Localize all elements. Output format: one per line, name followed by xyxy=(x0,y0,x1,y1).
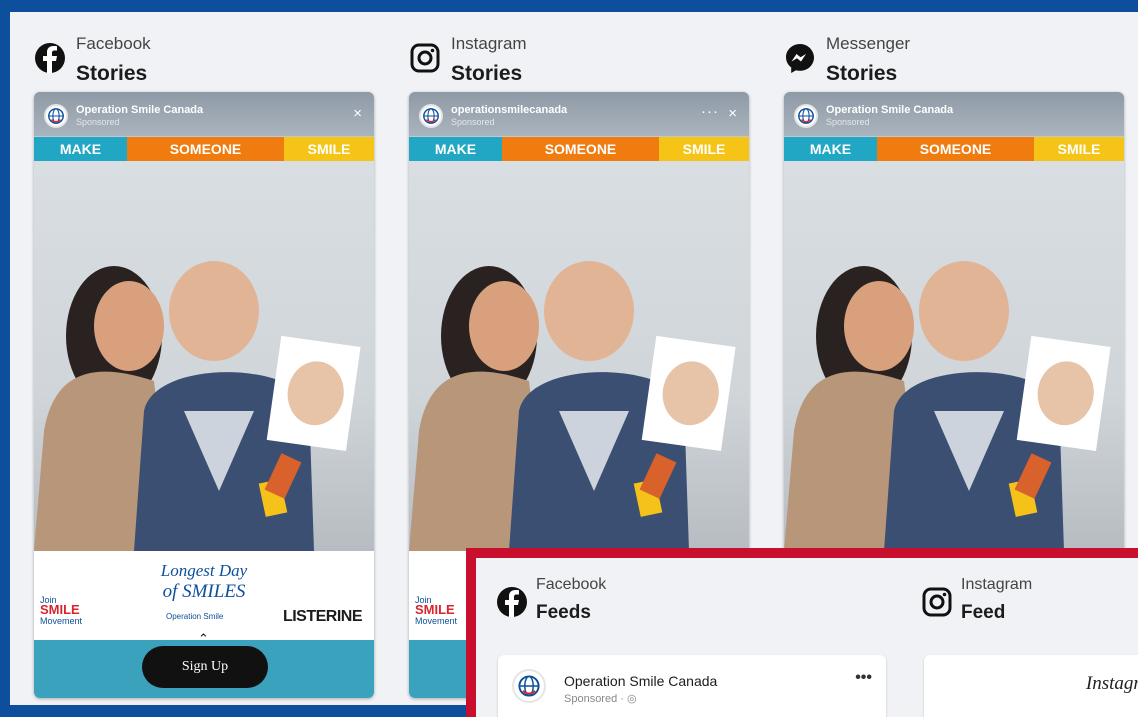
facebook-feed-post[interactable]: Operation Smile Canada Sponsored · ◎ ••• xyxy=(498,655,886,717)
banner-someone: SOMEONE xyxy=(127,137,284,161)
sponsored-text: Sponsored · xyxy=(564,693,627,705)
banner-smile: SMILE xyxy=(1034,137,1124,161)
banner-make: MAKE xyxy=(409,137,502,161)
banner-smile: SMILE xyxy=(284,137,374,161)
more-options-icon[interactable]: ••• xyxy=(855,669,872,687)
globe-logo-icon xyxy=(48,108,64,124)
platform-name: Facebook xyxy=(536,576,607,593)
platform-header: Messenger Stories xyxy=(784,12,1129,92)
globe-logo-icon xyxy=(423,108,439,124)
format-name: Feed xyxy=(961,602,1006,623)
sponsored-label: Sponsored · ◎ xyxy=(564,692,637,705)
instagram-icon xyxy=(922,587,952,617)
join-line-2: SMILE xyxy=(40,602,80,617)
listerine-logo: LISTERINE xyxy=(282,608,363,625)
story-preview[interactable]: Operation Smile Canada Sponsored × MAKE … xyxy=(34,92,374,698)
format-name: Stories xyxy=(826,62,898,85)
story-photo xyxy=(409,161,749,551)
platform-name: Instagram xyxy=(451,34,527,53)
instagram-feed-header: Instagram Feed xyxy=(921,558,1121,648)
banner-make: MAKE xyxy=(784,137,877,161)
facebook-icon xyxy=(35,43,65,73)
facebook-icon xyxy=(497,587,527,617)
platform-name: Messenger xyxy=(826,34,911,53)
avatar xyxy=(794,104,818,128)
instagram-feed-post[interactable]: Instagram xyxy=(924,655,1138,717)
operation-smile-logo: Operation Smile xyxy=(166,612,224,621)
banner-someone: SOMEONE xyxy=(502,137,659,161)
platform-name: Instagram xyxy=(961,576,1033,593)
avatar xyxy=(44,104,68,128)
campaign-banner: MAKE SOMEONE SMILE xyxy=(34,137,374,161)
format-name: Feeds xyxy=(536,602,591,623)
story-photo xyxy=(784,161,1124,551)
platform-header: Instagram Stories xyxy=(409,12,754,92)
account-name: Operation Smile Canada xyxy=(826,104,954,116)
format-name: Stories xyxy=(451,62,523,85)
more-options-icon[interactable]: ··· xyxy=(701,103,719,120)
messenger-icon xyxy=(786,44,814,73)
join-smile-movement-logo: Join SMILE Movement xyxy=(415,595,457,626)
globe-logo-icon xyxy=(518,675,540,697)
sponsored-label: Sponsored xyxy=(76,117,120,127)
campaign-banner: MAKE SOMEONE SMILE xyxy=(784,137,1124,161)
join-line-2: SMILE xyxy=(415,602,455,617)
platform-name: Facebook xyxy=(76,34,151,53)
instagram-icon xyxy=(410,43,440,73)
sponsored-label: Sponsored xyxy=(826,117,870,127)
sponsored-label: Sponsored xyxy=(451,117,495,127)
join-line-3: Movement xyxy=(415,616,458,626)
campaign-banner: MAKE SOMEONE SMILE xyxy=(409,137,749,161)
banner-smile: SMILE xyxy=(659,137,749,161)
account-name: Operation Smile Canada xyxy=(76,104,204,116)
mother-child-photo-illustration xyxy=(784,261,1111,551)
banner-someone: SOMEONE xyxy=(877,137,1034,161)
globe-logo-icon xyxy=(798,108,814,124)
globe-icon: ◎ xyxy=(626,693,637,705)
close-icon[interactable]: × xyxy=(728,105,737,122)
feeds-frame: Facebook Feeds Instagram Feed Operation … xyxy=(466,548,1138,717)
facebook-feeds-header: Facebook Feeds xyxy=(496,558,896,648)
banner-make: MAKE xyxy=(34,137,127,161)
join-line-3: Movement xyxy=(40,616,83,626)
avatar xyxy=(419,104,443,128)
story-photo xyxy=(34,161,374,551)
feeds-panel: Facebook Feeds Instagram Feed Operation … xyxy=(476,558,1138,717)
close-icon[interactable]: × xyxy=(353,105,362,122)
platform-header: Facebook Stories xyxy=(34,12,379,92)
mother-child-photo-illustration xyxy=(409,261,736,551)
format-name: Stories xyxy=(76,62,148,85)
story-footer: Longest Day of SMILES Join SMILE Movemen… xyxy=(34,551,374,698)
longest-day-logo: Longest Day of SMILES xyxy=(134,561,274,603)
logo-line-2: of SMILES xyxy=(162,581,246,602)
avatar xyxy=(512,669,546,703)
join-smile-movement-logo: Join SMILE Movement xyxy=(40,595,82,626)
account-name[interactable]: Operation Smile Canada xyxy=(564,673,717,689)
account-name: operationsmilecanada xyxy=(451,104,568,116)
mother-child-photo-illustration xyxy=(34,261,361,551)
instagram-wordmark: Instagram xyxy=(1085,673,1138,694)
logo-line-1: Longest Day xyxy=(160,561,248,580)
sign-up-button[interactable]: Sign Up xyxy=(142,646,268,688)
